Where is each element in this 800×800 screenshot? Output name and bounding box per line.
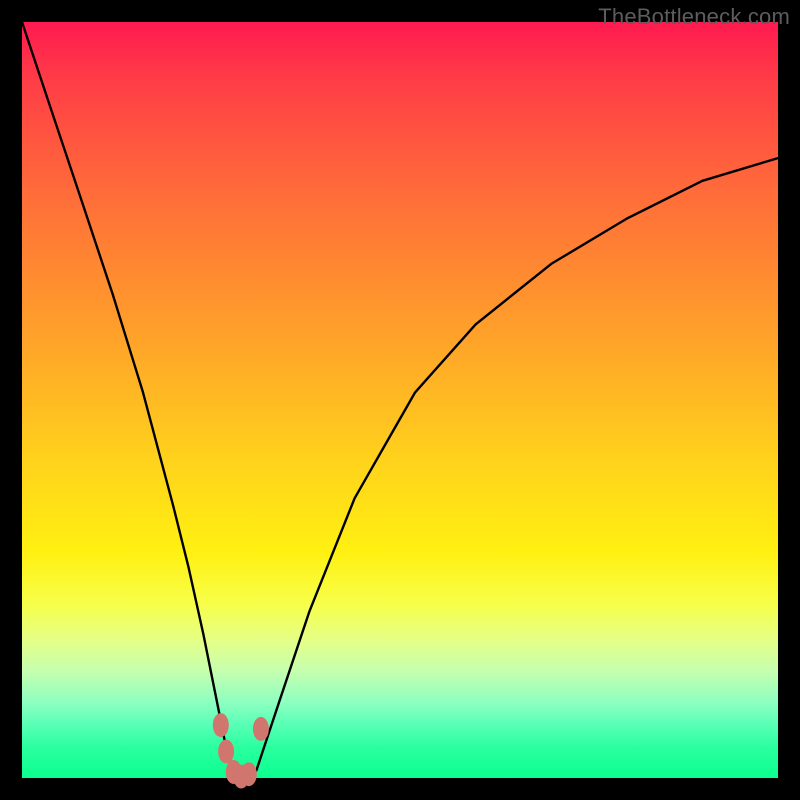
marker-left-1 bbox=[213, 713, 229, 737]
attribution-text: TheBottleneck.com bbox=[598, 4, 790, 30]
marker-bottom-3 bbox=[241, 762, 257, 786]
bottleneck-curve bbox=[22, 22, 778, 778]
marker-right-1 bbox=[253, 717, 269, 741]
plot-area bbox=[22, 22, 778, 778]
curve-markers bbox=[213, 713, 269, 788]
chart-svg bbox=[22, 22, 778, 778]
chart-frame: TheBottleneck.com bbox=[0, 0, 800, 800]
marker-left-2 bbox=[218, 740, 234, 764]
